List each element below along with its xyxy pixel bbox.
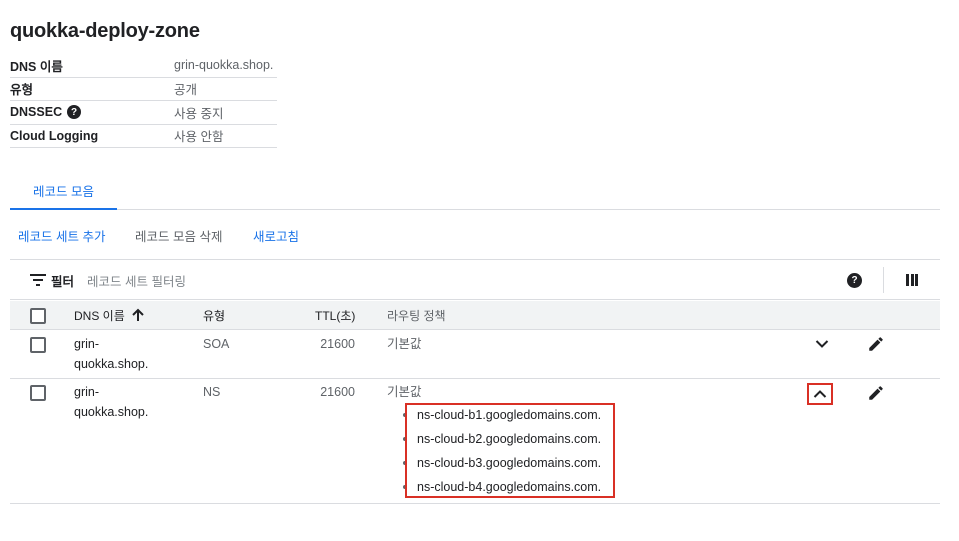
record-name[interactable]: grin- quokka.shop. bbox=[74, 382, 148, 422]
record-name-line: quokka.shop. bbox=[74, 357, 149, 371]
arrow-up-icon bbox=[132, 308, 144, 321]
expand-row-button[interactable] bbox=[808, 334, 836, 354]
highlight-box bbox=[405, 403, 615, 498]
action-bar: 레코드 세트 추가 레코드 모음 삭제 새로고침 bbox=[10, 210, 940, 260]
record-ttl: 21600 bbox=[320, 385, 355, 399]
collapse-row-button[interactable] bbox=[807, 383, 833, 405]
filter-label[interactable]: 필터 bbox=[51, 261, 74, 299]
detail-row-type: 유형 공개 bbox=[10, 78, 277, 101]
column-header-label: DNS 이름 bbox=[74, 308, 125, 323]
column-header-dns-name[interactable]: DNS 이름 bbox=[74, 301, 145, 329]
detail-key: DNSSEC bbox=[10, 105, 63, 120]
page-title: quokka-deploy-zone bbox=[10, 20, 200, 42]
zone-details: DNS 이름 grin-quokka.shop. 유형 공개 DNSSEC ? … bbox=[10, 54, 277, 148]
detail-value: 사용 중지 bbox=[174, 106, 224, 121]
record-ttl: 21600 bbox=[320, 337, 355, 351]
record-name-line: grin- bbox=[74, 337, 100, 351]
column-display-icon[interactable] bbox=[906, 274, 918, 286]
divider bbox=[883, 267, 884, 293]
select-all-checkbox[interactable] bbox=[30, 308, 46, 324]
add-record-set-button[interactable]: 레코드 세트 추가 bbox=[18, 210, 105, 260]
table-row: grin- quokka.shop. NS 21600 기본값 ns-cloud… bbox=[10, 379, 940, 504]
record-type: SOA bbox=[203, 337, 230, 351]
help-icon[interactable]: ? bbox=[67, 105, 82, 120]
detail-key: Cloud Logging bbox=[10, 128, 99, 143]
record-name-line: quokka.shop. bbox=[74, 405, 149, 419]
detail-key: 유형 bbox=[10, 83, 34, 98]
record-routing-policy: 기본값 bbox=[387, 337, 422, 351]
tab-record-sets[interactable]: 레코드 모음 bbox=[10, 172, 117, 210]
table-row: grin- quokka.shop. SOA 21600 기본값 bbox=[10, 330, 940, 379]
detail-value: 공개 bbox=[174, 83, 198, 98]
help-circle-icon[interactable]: ? bbox=[847, 273, 862, 288]
record-name[interactable]: grin- quokka.shop. bbox=[74, 334, 148, 374]
record-name-line: grin- bbox=[74, 385, 100, 399]
edit-icon[interactable] bbox=[867, 335, 885, 353]
detail-value: grin-quokka.shop. bbox=[174, 58, 274, 73]
refresh-button[interactable]: 새로고침 bbox=[253, 210, 299, 260]
row-checkbox[interactable] bbox=[30, 385, 46, 401]
record-routing-policy: 기본값 bbox=[387, 385, 422, 399]
filter-bar: 필터 레코드 세트 필터링 ? bbox=[10, 261, 940, 300]
detail-row-dns-name: DNS 이름 grin-quokka.shop. bbox=[10, 54, 277, 78]
delete-record-sets-button[interactable]: 레코드 모음 삭제 bbox=[135, 210, 222, 260]
column-header-ttl[interactable]: TTL(초) bbox=[315, 301, 355, 329]
filter-icon[interactable] bbox=[30, 274, 46, 286]
column-header-routing-policy[interactable]: 라우팅 정책 bbox=[387, 301, 446, 329]
column-header-type[interactable]: 유형 bbox=[203, 301, 225, 329]
row-checkbox[interactable] bbox=[30, 337, 46, 353]
detail-key-container: DNSSEC ? bbox=[10, 105, 174, 120]
record-type: NS bbox=[203, 385, 221, 399]
detail-row-cloud-logging: Cloud Logging 사용 안함 bbox=[10, 125, 277, 148]
filter-input[interactable]: 레코드 세트 필터링 bbox=[87, 261, 186, 299]
chevron-up-icon bbox=[813, 390, 827, 398]
detail-key: DNS 이름 bbox=[10, 59, 63, 74]
edit-icon[interactable] bbox=[867, 384, 885, 402]
tab-bar: 레코드 모음 bbox=[10, 172, 940, 210]
table-header: DNS 이름 유형 TTL(초) 라우팅 정책 bbox=[10, 301, 940, 330]
detail-row-dnssec: DNSSEC ? 사용 중지 bbox=[10, 101, 277, 125]
chevron-down-icon bbox=[815, 340, 829, 348]
detail-value: 사용 안함 bbox=[174, 130, 224, 145]
